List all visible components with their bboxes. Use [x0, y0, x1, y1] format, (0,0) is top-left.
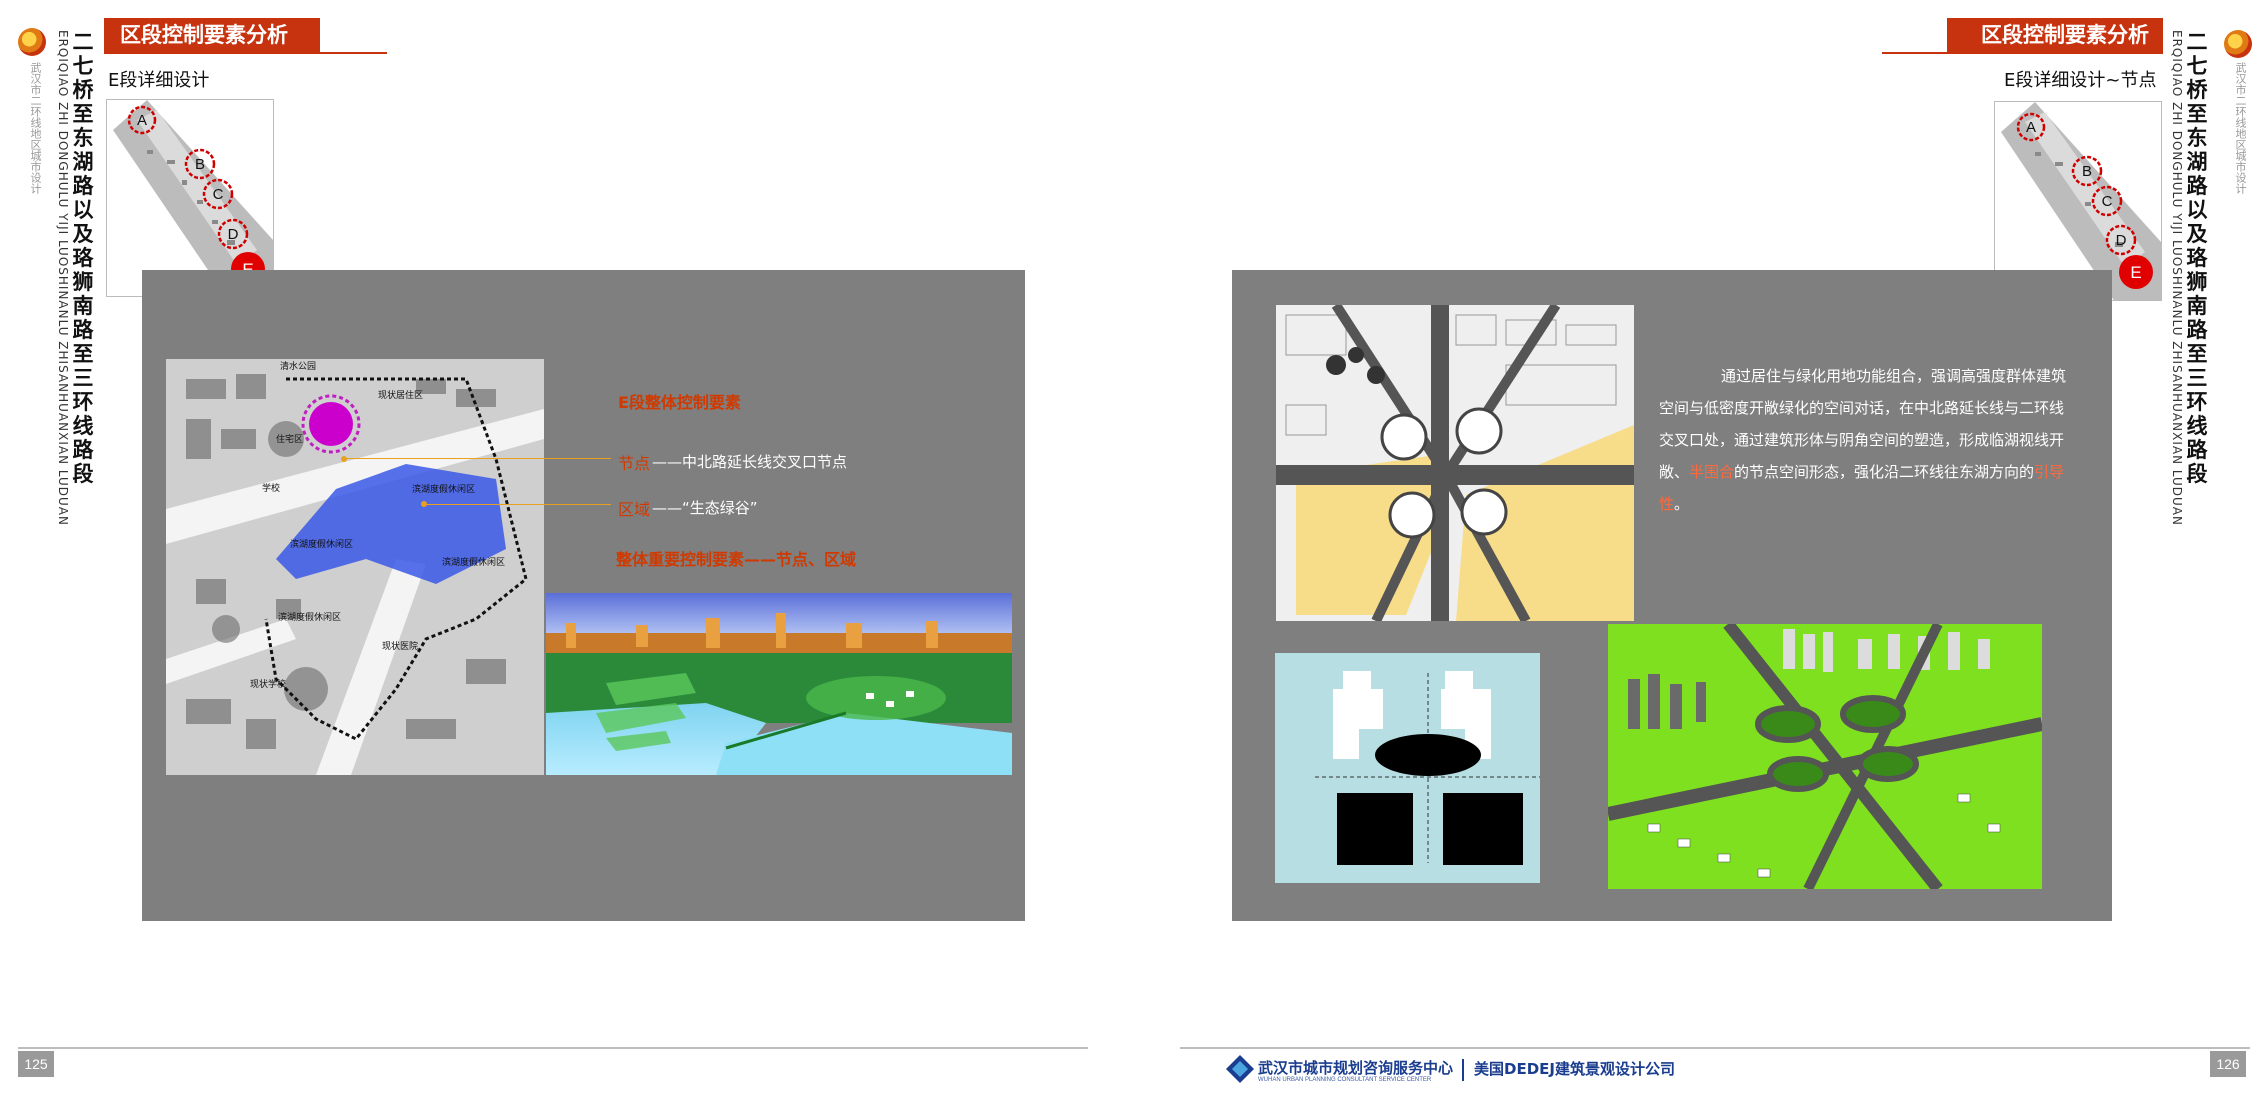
vertical-title-char: 桥 — [2186, 78, 2208, 102]
vertical-title-char: 南 — [72, 294, 94, 318]
section-header-rule — [104, 52, 387, 54]
marker-b: B — [195, 156, 205, 173]
map-label-leisure-4: 滨湖度假休闲区 — [278, 613, 342, 623]
node-description-part2: 的节点空间形态，强化沿二环线往东湖方向的 — [1734, 463, 2035, 481]
title-pinyin-vertical: ERQIQIAO ZHI DONGHULU YIJI LUOSHINANLU Z… — [56, 30, 70, 526]
annotation-area-label: 区域 — [618, 500, 651, 519]
map-label-park: 清水公园 — [280, 362, 317, 372]
marker-a-right: A — [2026, 119, 2036, 136]
logo-icon — [18, 28, 46, 56]
footer-partner: 美国DEDEJ建筑景观设计公司 — [1474, 1060, 1675, 1078]
page-number-left: 125 — [18, 1051, 54, 1077]
marker-c-right: C — [2102, 193, 2113, 210]
vertical-title: 二七桥至东湖路以及珞狮南路至三环线路段 — [70, 30, 96, 486]
vertical-title-char: 线 — [2186, 414, 2208, 438]
org-small-vertical-right: 武汉市二环线地区城市设计 — [2234, 62, 2247, 194]
vertical-title-char: 二 — [2186, 30, 2208, 54]
footer-rule-right — [1180, 1047, 2250, 1049]
annotation-area-text: ——“生态绿谷” — [652, 499, 758, 517]
map-label-hospital: 现状医院 — [382, 642, 419, 652]
vertical-title-char: 线 — [72, 414, 94, 438]
vertical-title-char: 珞 — [2186, 246, 2208, 270]
vertical-title-char: 段 — [2186, 462, 2208, 486]
vertical-title-char: 三 — [72, 366, 94, 390]
marker-d-right: D — [2116, 232, 2127, 249]
vertical-title-char: 狮 — [2186, 270, 2208, 294]
footer-org-name-en: WUHAN URBAN PLANNING CONSULTANT SERVICE … — [1258, 1077, 1432, 1083]
org-logo-icon — [1226, 1055, 1254, 1083]
area-leader-line — [426, 504, 611, 505]
map-label-school: 学校 — [262, 484, 281, 494]
vertical-title-char: 狮 — [72, 270, 94, 294]
vertical-title-char: 以 — [2186, 198, 2208, 222]
vertical-title-char: 东 — [2186, 126, 2208, 150]
vertical-title-char: 至 — [2186, 102, 2208, 126]
page-number-right: 126 — [2210, 1051, 2246, 1077]
logo-icon-right — [2224, 30, 2252, 58]
vertical-title-char: 南 — [2186, 294, 2208, 318]
annotation-node-text: ——中北路延长线交叉口节点 — [652, 453, 848, 471]
vertical-title-char: 段 — [72, 462, 94, 486]
footer-separator — [1462, 1059, 1464, 1081]
vertical-title-char: 路 — [2186, 318, 2208, 342]
map-label-leisure-1: 滨湖度假休闲区 — [412, 485, 476, 495]
title-pinyin-vertical-right: ERQIQIAO ZHI DONGHULU YIJI LUOSHINANLU Z… — [2170, 30, 2184, 526]
site-plan-map: 清水公园 现状居住区 住宅区 学校 滨湖度假休闲区 滨湖度假休闲区 滨湖度假休闲… — [166, 359, 544, 775]
footer-rule-left — [18, 1047, 1088, 1049]
3d-render-image — [546, 593, 1012, 775]
vertical-title-char: 环 — [2186, 390, 2208, 414]
footer-org-name: 武汉市城市规划咨询服务中心 — [1258, 1059, 1454, 1077]
vertical-title-char: 三 — [2186, 366, 2208, 390]
vertical-title-char: 路 — [2186, 174, 2208, 198]
vertical-title-char: 湖 — [72, 150, 94, 174]
marker-e-right: E — [2130, 263, 2141, 282]
vertical-title-char: 路 — [72, 174, 94, 198]
vertical-title-char: 至 — [72, 102, 94, 126]
node-description: 通过居住与绿化用地功能组合，强调高强度群体建筑空间与低密度开敞绿化的空间对话，在… — [1659, 360, 2069, 520]
marker-d: D — [228, 226, 239, 243]
vertical-title-char: 七 — [2186, 54, 2208, 78]
vertical-title-char: 路 — [72, 318, 94, 342]
vertical-title-char: 及 — [72, 222, 94, 246]
marker-b-right: B — [2082, 163, 2092, 180]
vertical-title-char: 路 — [72, 438, 94, 462]
vertical-title-char: 及 — [2186, 222, 2208, 246]
marker-a: A — [137, 112, 147, 129]
annotation-node-label: 节点 — [618, 454, 651, 473]
annotation-summary: 整体重要控制要素——节点、区域 — [616, 550, 857, 569]
page-subtitle: E段详细设计 — [108, 70, 210, 91]
node-description-highlight-1: 半围合 — [1689, 463, 1735, 481]
3d-intersection-render — [1608, 624, 2042, 889]
vertical-title-char: 环 — [72, 390, 94, 414]
marker-c: C — [213, 186, 224, 203]
vertical-title-char: 以 — [72, 198, 94, 222]
vertical-title-char: 二 — [72, 30, 94, 54]
vertical-title-char: 至 — [72, 342, 94, 366]
massing-diagram — [1275, 653, 1540, 883]
vertical-title-char: 路 — [2186, 438, 2208, 462]
map-label-existing-residential: 现状居住区 — [378, 391, 424, 401]
map-label-leisure-2: 滨湖度假休闲区 — [290, 540, 354, 550]
vertical-title-right: 二七桥至东湖路以及珞狮南路至三环线路段 — [2184, 30, 2210, 486]
section-header: 区段控制要素分析 — [104, 18, 320, 52]
section-header-rule-right — [1882, 52, 2163, 54]
vertical-title-char: 七 — [72, 54, 94, 78]
key-map: A B C D E — [106, 99, 274, 297]
vertical-title-char: 桥 — [72, 78, 94, 102]
page-subtitle-right: E段详细设计~节点 — [2004, 70, 2157, 91]
vertical-title-char: 珞 — [72, 246, 94, 270]
map-label-leisure-3: 滨湖度假休闲区 — [442, 558, 506, 568]
org-small-vertical: 武汉市二环线地区城市设计 — [29, 62, 42, 194]
map-label-existing-school: 现状学校 — [250, 680, 287, 690]
node-leader-line — [345, 458, 611, 459]
node-description-part3: 。 — [1674, 495, 1690, 513]
intersection-plan-image — [1276, 305, 1634, 621]
vertical-title-char: 至 — [2186, 342, 2208, 366]
vertical-title-char: 湖 — [2186, 150, 2208, 174]
annotation-heading: E段整体控制要素 — [618, 393, 741, 412]
section-header-right: 区段控制要素分析 — [1947, 18, 2163, 52]
vertical-title-char: 东 — [72, 126, 94, 150]
map-label-residential: 住宅区 — [276, 435, 304, 445]
